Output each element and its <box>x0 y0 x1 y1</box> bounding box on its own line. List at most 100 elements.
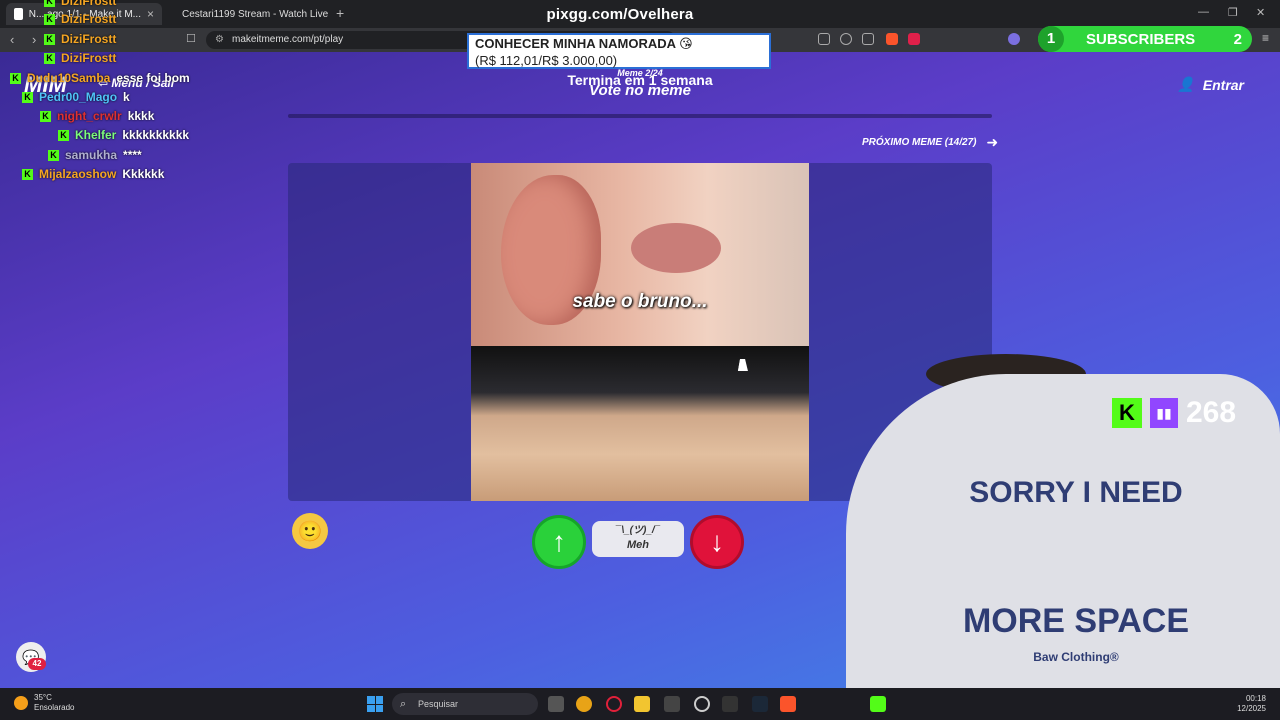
taskbar-search[interactable]: ⌕ Pesquisar <box>392 693 538 715</box>
chat-text: **** <box>123 148 142 162</box>
brave-icon[interactable] <box>780 696 796 712</box>
meme-counter: Meme 2/24 <box>617 68 663 78</box>
chat-message: K Pedr00_Mago k <box>22 90 130 104</box>
opera-icon[interactable] <box>606 696 622 712</box>
login-button[interactable]: 👤 Entrar <box>1177 76 1244 93</box>
kick-badge-icon: K <box>44 33 55 45</box>
cast-icon[interactable] <box>818 33 830 45</box>
chat-text: kkkkkkkkkk <box>122 128 190 142</box>
brave-rewards-icon[interactable] <box>908 33 920 45</box>
meme-image: sabe o bruno... <box>471 163 809 501</box>
chat-message: K DiziFrostt <box>44 51 116 65</box>
chat-username: Pedr00_Mago <box>39 90 118 104</box>
kick-badge-icon: K <box>58 129 69 141</box>
task-view-icon[interactable] <box>548 696 564 712</box>
viewer-count: 268 <box>1186 396 1237 429</box>
kick-badge-icon: K <box>22 168 33 180</box>
chat-message: K DiziFrostt <box>44 32 116 46</box>
app-icon[interactable] <box>664 696 680 712</box>
chat-message: Knight_crwlr kkkk <box>40 109 154 123</box>
minimize-icon[interactable]: — <box>1198 6 1209 18</box>
chat-unread-badge: 42 <box>28 658 46 670</box>
chrome-icon[interactable] <box>576 696 592 712</box>
meme-caption: sabe o bruno... <box>572 291 708 312</box>
chat-message: K Khelfer kkkkkkkkkk <box>58 128 189 142</box>
share-icon[interactable] <box>862 33 874 45</box>
clock-time: 00:18 <box>1245 694 1266 703</box>
kick-badge-icon: K <box>44 0 55 7</box>
arrow-right-icon: ➜ <box>986 134 999 150</box>
brave-shield-icon[interactable] <box>886 33 898 45</box>
kick-tray-icon[interactable] <box>870 696 886 712</box>
search-placeholder: Pesquisar <box>418 699 459 709</box>
kick-badge-icon: K <box>44 52 55 64</box>
subscribers-goal-overlay: 1 SUBSCRIBERS 2 <box>1038 26 1252 52</box>
obs-icon[interactable] <box>694 696 710 712</box>
chat-username: DiziFrostt <box>61 12 117 26</box>
kick-badge-icon: K <box>48 149 59 161</box>
mouse-cursor-icon <box>737 359 751 371</box>
shirt-brand: Baw Clothing® <box>1033 650 1119 664</box>
next-meme-button[interactable]: PRÓXIMO MEME (14/27) ➜ <box>862 134 998 151</box>
lips-shape <box>631 223 721 273</box>
chat-message: K DiziFrostt <box>44 0 116 8</box>
shirt-line-2: MORE SPACE <box>962 602 1190 640</box>
vote-controls: ↑ ¯\_(ツ)_/¯ Meh ↓ <box>532 515 744 571</box>
arrow-up-icon: ↑ <box>552 526 566 557</box>
kick-badge-icon: K <box>40 110 51 122</box>
goosebumps-panel <box>471 346 809 501</box>
kick-logo-icon: K <box>1112 398 1142 428</box>
weather-widget[interactable]: 35°C Ensolarado <box>14 693 74 713</box>
chat-username: Khelfer <box>75 128 117 142</box>
header-divider <box>288 114 992 118</box>
user-icon: 👤 <box>1177 76 1195 92</box>
chat-message: K DiziFrostt <box>44 12 116 26</box>
chat-username: night_crwlr <box>57 109 122 123</box>
chat-username: Mijalzaoshow <box>39 167 117 181</box>
chat-message: Ksamukha **** <box>48 148 142 162</box>
meh-label: Meh <box>627 539 649 551</box>
extension-icon[interactable] <box>1008 33 1020 45</box>
windows-start-icon[interactable] <box>367 696 383 712</box>
screen: N... ago 1/1 - Make it M... × Cestari119… <box>0 0 1280 720</box>
smiley-icon: 🙂 <box>297 520 323 543</box>
login-label: Entrar <box>1202 76 1244 93</box>
chat-username: DiziFrostt <box>61 32 117 46</box>
kick-badge-icon: K <box>10 72 21 84</box>
arrow-down-icon: ↓ <box>710 526 724 557</box>
upvote-button[interactable]: ↑ <box>532 515 586 569</box>
chat-text: kkkk <box>127 109 155 123</box>
search-icon: ⌕ <box>400 698 407 710</box>
donation-goal-title: CONHECER MINHA NAMORADA 😘 <box>475 36 693 51</box>
whisper-panel: sabe o bruno... <box>471 163 809 346</box>
chat-text: esse foi bom <box>116 71 190 85</box>
steam-icon[interactable] <box>752 696 768 712</box>
subscribers-goal: 2 <box>1233 30 1242 48</box>
subscribers-count: 1 <box>1038 26 1064 52</box>
app-icon[interactable] <box>722 696 738 712</box>
vote-title: Vote no meme <box>589 82 691 99</box>
emoji-reaction-button[interactable]: 🙂 <box>292 513 328 549</box>
close-window-icon[interactable]: ✕ <box>1256 6 1265 19</box>
kick-badge-icon: K <box>22 91 33 103</box>
downvote-button[interactable]: ↓ <box>690 515 744 569</box>
taskbar-clock[interactable]: 00:18 12/2025 <box>1237 694 1266 714</box>
weather-condition: Ensolarado <box>34 703 75 712</box>
chat-message: K Dudu10Samba esse foi bom <box>10 71 190 85</box>
clock-date: 12/2025 <box>1237 704 1266 713</box>
twitch-logo-icon: ▮▮ <box>1150 398 1178 428</box>
chat-message: K Mijalzaoshow Kkkkkk <box>22 167 164 181</box>
file-explorer-icon[interactable] <box>634 696 650 712</box>
browser-menu-icon[interactable]: ≡ <box>1262 31 1274 45</box>
donation-goal-overlay: CONHECER MINHA NAMORADA 😘 (R$ 112,01/R$ … <box>467 33 771 69</box>
new-tab-button[interactable]: + <box>336 5 344 21</box>
maximize-icon[interactable]: ❐ <box>1228 6 1238 19</box>
meh-button[interactable]: ¯\_(ツ)_/¯ Meh <box>592 521 684 557</box>
chat-text: Kkkkkk <box>122 167 165 181</box>
viewer-count-overlay: K ▮▮ 268 <box>1112 394 1272 432</box>
chat-username: DiziFrostt <box>61 0 117 8</box>
donation-goal-amount: (R$ 112,01/R$ 3.000,00) <box>475 53 618 68</box>
sun-icon <box>14 696 28 710</box>
zoom-icon[interactable] <box>840 33 852 45</box>
windows-taskbar: 35°C Ensolarado ⌕ Pesquisar 00:18 12/202… <box>0 688 1280 720</box>
